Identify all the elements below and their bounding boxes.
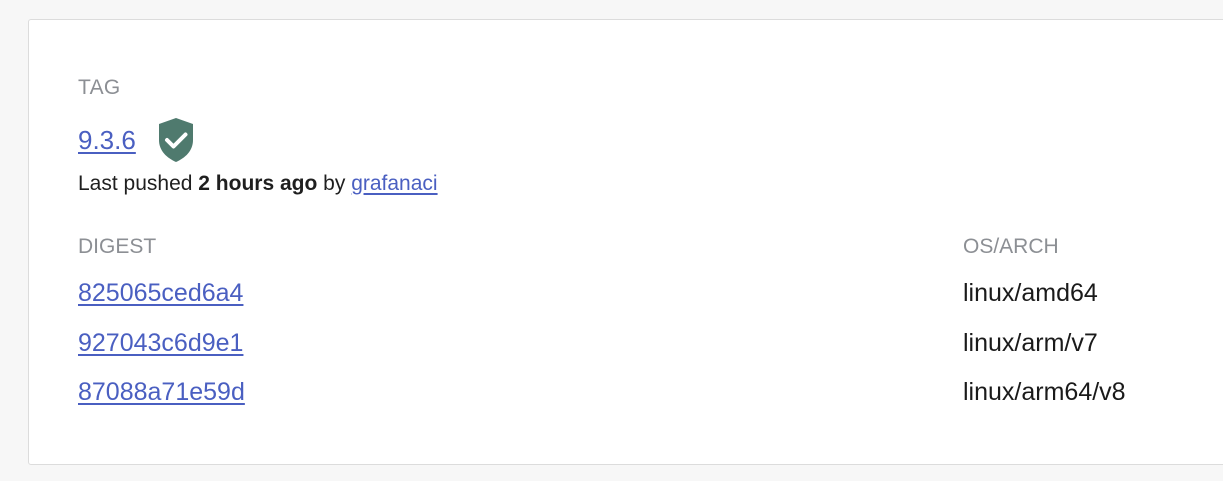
digest-link[interactable]: 87088a71e59d: [78, 378, 245, 407]
tag-section-label: TAG: [78, 76, 121, 99]
os-arch-value: linux/amd64: [963, 279, 1098, 307]
pushed-time: 2 hours ago: [198, 172, 318, 195]
pushed-by: by: [323, 172, 346, 195]
os-arch-value: linux/arm64/v8: [963, 378, 1126, 406]
digest-link[interactable]: 927043c6d9e1: [78, 329, 243, 358]
table-row: 825065ced6a4 linux/amd64: [29, 279, 1223, 315]
digest-link[interactable]: 825065ced6a4: [78, 279, 243, 308]
last-pushed-info: Last pushed 2 hours ago by grafanaci: [78, 172, 438, 196]
table-row: 87088a71e59d linux/arm64/v8: [29, 378, 1223, 414]
shield-check-icon: [156, 116, 196, 164]
pushed-prefix: Last pushed: [78, 172, 193, 195]
table-row: 927043c6d9e1 linux/arm/v7: [29, 329, 1223, 365]
tag-row: 9.3.6: [78, 116, 196, 164]
tag-card: TAG 9.3.6 Last pushed 2 hours ago by gra…: [28, 19, 1223, 465]
os-arch-value: linux/arm/v7: [963, 329, 1098, 357]
pusher-user-link[interactable]: grafanaci: [351, 172, 437, 195]
digest-column-header: DIGEST: [78, 235, 157, 258]
tag-name-link[interactable]: 9.3.6: [78, 125, 136, 156]
os-arch-column-header: OS/ARCH: [963, 235, 1059, 258]
